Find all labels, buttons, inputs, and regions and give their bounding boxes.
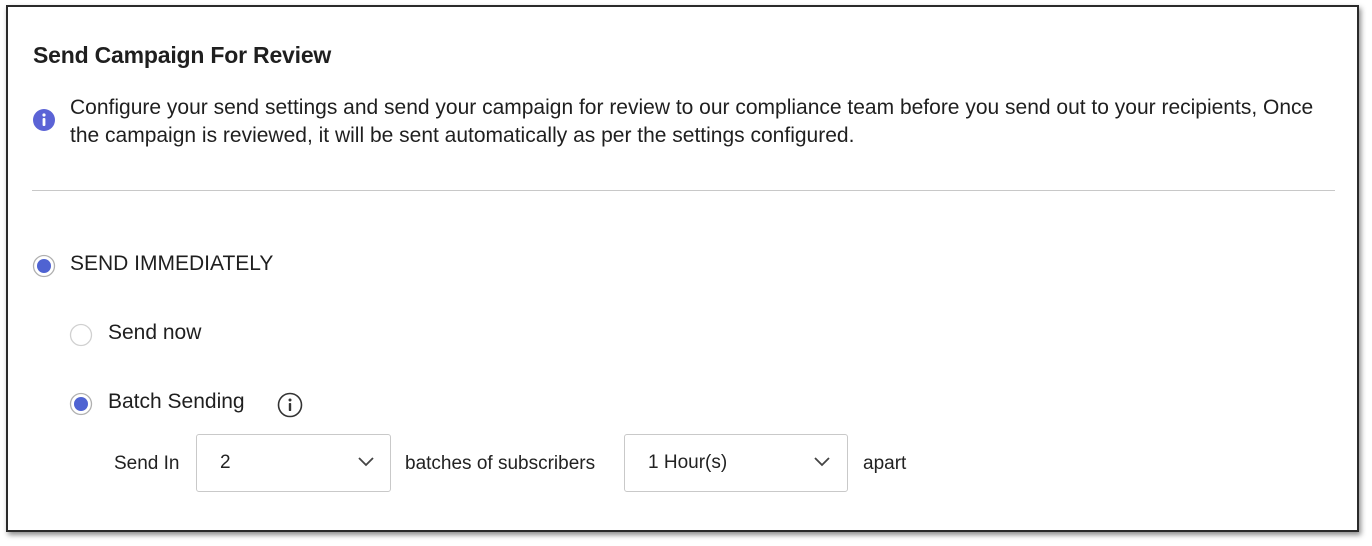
batches-count-select[interactable]: 2 — [196, 434, 391, 492]
send-now-radio[interactable] — [69, 323, 93, 347]
batch-interval-value: 1 Hour(s) — [648, 452, 728, 473]
info-message: Configure your send settings and send yo… — [70, 96, 1314, 147]
divider — [32, 190, 1335, 191]
batch-interval-select[interactable]: 1 Hour(s) — [624, 434, 848, 492]
send-campaign-dialog: Send Campaign For Review Configure your … — [6, 5, 1359, 532]
chevron-down-icon — [358, 457, 374, 467]
batches-label: batches of subscribers — [405, 453, 596, 474]
send-immediately-radio[interactable] — [32, 254, 56, 278]
batch-sending-label[interactable]: Batch Sending — [108, 390, 245, 414]
info-icon — [33, 109, 55, 131]
send-immediately-label[interactable]: SEND IMMEDIATELY — [70, 252, 273, 276]
batch-sending-help-icon[interactable] — [277, 392, 303, 418]
batches-count-value: 2 — [220, 452, 231, 473]
send-now-label[interactable]: Send now — [108, 321, 201, 345]
chevron-down-icon — [814, 457, 830, 467]
apart-label: apart — [863, 453, 907, 474]
batch-sending-radio[interactable] — [69, 392, 93, 416]
send-in-label: Send In — [114, 453, 180, 474]
dialog-title: Send Campaign For Review — [33, 42, 332, 68]
